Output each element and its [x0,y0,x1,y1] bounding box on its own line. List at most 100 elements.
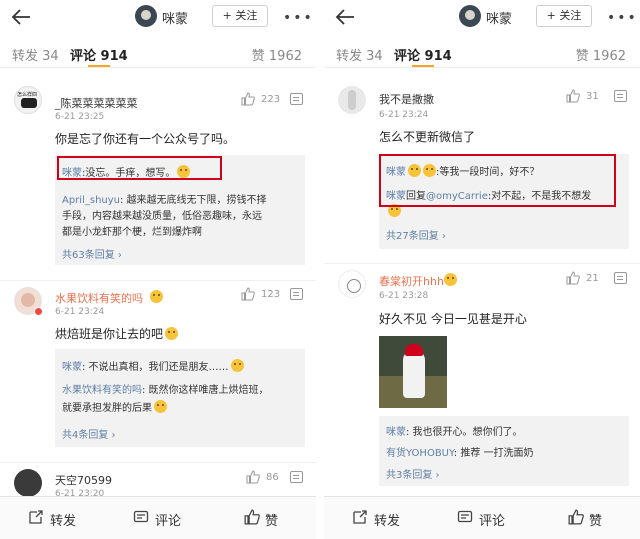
commenter-avatar[interactable]: 怎么样四 [14,86,42,114]
comment-text: 你是忘了你还有一个公众号了吗。 [55,132,236,146]
comment-photo[interactable] [379,336,447,408]
thumbs-up-icon[interactable] [241,287,255,301]
thumbs-up-icon[interactable] [566,89,580,103]
comment-button[interactable]: 评论 [479,510,505,529]
left-screenshot: 咪蒙 + 关注 ••• 转发 34 评论 914 赞 1962 怎么样四 _陈菜… [0,0,316,539]
reply-icon[interactable] [290,288,303,300]
comment-time: 6-21 23:28 [379,291,429,301]
follow-button[interactable]: + 关注 [536,5,592,27]
thumbs-up-icon[interactable] [246,470,260,484]
like-count: 86 [266,472,279,483]
like-count: 223 [261,94,281,105]
tab-bar: 转发 34 评论 914 赞 1962 [324,36,640,68]
comment-icon[interactable] [133,509,149,525]
highlight-box [379,154,616,207]
reply-text: : 既然你这样唯唐上烘焙班， [142,385,269,396]
repost-button[interactable]: 转发 [374,510,400,529]
commenter-name[interactable]: _陈菜菜菜菜菜菜 [55,95,138,111]
comment-item: 我不是撒撒 6-21 23:24 31 怎么不更新微信了 咪蒙:等我一段时间，好… [324,80,640,255]
more-ellipsis-icon[interactable]: ••• [283,10,314,26]
reply-icon[interactable] [614,90,627,102]
like-button[interactable]: 赞 [589,510,602,529]
emoji-icon [154,400,167,413]
like-count: 31 [586,91,599,102]
comment-time: 6-21 23:25 [55,112,105,122]
reply-author[interactable]: April_shuyu [62,195,120,206]
reply-author[interactable]: 咪蒙 [386,427,406,438]
more-replies-link[interactable]: 共3条回复 › [386,466,440,481]
bottom-action-bar: 转发 评论 赞 [0,496,316,539]
emoji-icon [165,327,179,340]
reply-box: 咪蒙: 我也很开心。想你们了。 有货YOHOBUY: 推荐 一打洗面奶 共3条回… [379,416,629,486]
comment-item: 天空70599 6-21 23:20 86 [0,462,316,499]
reply-line-continued: 手段，内容越来越没质量，低俗恶趣味，永远 [62,211,262,222]
reply-line[interactable]: April_shuyu: 越来越无底线无下限，捞钱不择 [62,191,267,206]
commenter-avatar[interactable] [338,270,366,298]
more-replies-link[interactable]: 共4条回复 › [62,426,116,441]
emoji-icon [150,290,163,303]
reply-icon[interactable] [290,471,303,483]
commenter-avatar[interactable] [338,86,366,114]
top-bar: 咪蒙 + 关注 ••• [0,0,316,34]
more-replies-link[interactable]: 共63条回复 › [62,246,122,261]
tab-like[interactable]: 赞 1962 [576,45,626,64]
reply-line[interactable]: 水果饮料有笑的吗: 既然你这样唯唐上烘焙班， [62,381,269,396]
more-ellipsis-icon[interactable]: ••• [607,10,638,26]
back-arrow-icon[interactable] [10,8,32,26]
reply-icon[interactable] [614,272,627,284]
vip-badge-icon [34,307,43,316]
emoji-icon [444,273,457,286]
active-tab-indicator [412,65,434,67]
comment-button[interactable]: 评论 [155,510,181,529]
reply-author[interactable]: 有货YOHOBUY [386,448,454,459]
author-avatar[interactable] [135,5,157,27]
author-avatar[interactable] [459,5,481,27]
commenter-name[interactable]: 我不是撒撒 [379,91,434,107]
comment-text: 好久不见 今日一见甚是开心 [379,312,527,326]
tab-repost[interactable]: 转发 34 [336,45,383,64]
thumbs-up-icon[interactable] [566,271,580,285]
thumbs-up-icon[interactable] [244,509,260,525]
reply-line-continued: 就要承担发胖的后果 [62,399,167,414]
comment-text: 烘焙班是你让去的吧 [55,325,179,342]
reply-author[interactable]: 咪蒙 [62,362,82,373]
commenter-avatar[interactable] [14,469,42,497]
thumbs-up-icon[interactable] [241,92,255,106]
avatar-caption: 怎么样四 [17,92,38,98]
back-arrow-icon[interactable] [334,8,356,26]
tab-repost[interactable]: 转发 34 [12,45,59,64]
panel-divider [316,0,324,539]
commenter-name[interactable]: 水果饮料有笑的吗 [55,290,143,306]
author-name[interactable]: 咪蒙 [162,8,188,27]
photo-figure-hat [405,344,423,356]
repost-icon[interactable] [352,509,368,525]
comment-text: 怎么不更新微信了 [379,130,476,144]
comment-text-content: 烘焙班是你让去的吧 [55,327,164,341]
reply-text: 就要承担发胖的后果 [62,403,152,414]
repost-button[interactable]: 转发 [50,510,76,529]
reply-author[interactable]: 水果饮料有笑的吗 [62,385,142,396]
reply-line-continued: 都是小龙虾那个梗，烂到爆炸啊 [62,227,202,238]
commenter-name[interactable]: 春棠初开hhh [379,273,444,289]
comment-time: 6-21 23:24 [55,307,105,317]
thumbs-up-icon[interactable] [568,509,584,525]
tab-like[interactable]: 赞 1962 [252,45,302,64]
comment-icon[interactable] [457,509,473,525]
photo-figure [403,350,425,398]
like-count: 21 [586,273,599,284]
reply-line[interactable]: 有货YOHOBUY: 推荐 一打洗面奶 [386,444,534,459]
avatar-graphic [21,98,37,108]
reply-line[interactable]: 咪蒙: 我也很开心。想你们了。 [386,423,523,438]
commenter-name[interactable]: 天空70599 [55,472,112,488]
more-replies-link[interactable]: 共27条回复 › [386,227,446,242]
follow-button[interactable]: + 关注 [212,5,268,27]
repost-icon[interactable] [28,509,44,525]
bottom-action-bar: 转发 评论 赞 [324,496,640,539]
reply-line[interactable]: 咪蒙: 不说出真相，我们还是朋友…… [62,358,244,373]
like-button[interactable]: 赞 [265,510,278,529]
reply-text: : 推荐 一打洗面奶 [453,448,534,459]
reply-text: : 不说出真相，我们还是朋友…… [82,362,229,373]
comment-item: 春棠初开hhh 6-21 23:28 21 好久不见 今日一见甚是开心 咪蒙: … [324,263,640,488]
author-name[interactable]: 咪蒙 [486,8,512,27]
reply-icon[interactable] [290,93,303,105]
